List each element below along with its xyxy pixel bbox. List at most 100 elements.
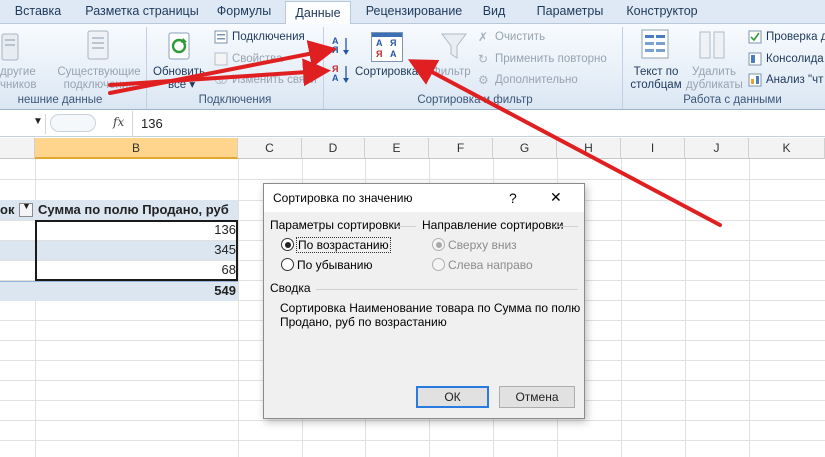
ascending-label[interactable]: По возрастанию [296,237,391,253]
group-label-sort-filter: Сортировка и фильтр [417,94,533,106]
advanced-filter-icon: ⚙ [478,73,489,87]
tab-formulas[interactable]: Формулы [212,0,276,24]
sort-dialog-glyph: Я [390,38,397,48]
refresh-all-label-2-text: все [168,79,187,91]
sort-dialog-glyph: А [390,49,397,59]
refresh-all-label-2[interactable]: все ▾ [168,79,195,92]
what-if-icon [748,73,762,90]
column-header-h[interactable]: H [557,138,621,159]
text-to-columns-icon [640,28,670,65]
ascending-radio[interactable] [281,238,294,251]
group-separator [622,27,623,109]
column-header-f[interactable]: F [429,138,493,159]
top-to-bottom-radio[interactable] [432,238,445,251]
properties-button[interactable]: Свойства [232,53,283,66]
pivot-value-header[interactable]: Сумма по полю Продано, руб [38,200,229,220]
tab-page-layout[interactable]: Разметка страницы [82,0,202,24]
dialog-title-bar[interactable]: Сортировка по значению ? ✕ [264,184,584,212]
sort-dialog-glyph: Я [376,49,383,59]
arrow-down-icon [342,38,350,59]
column-header-a[interactable] [0,138,35,159]
group-separator [323,27,324,109]
column-header-j[interactable]: J [685,138,749,159]
sort-direction-label: Направление сортировки [422,218,564,232]
sort-az-glyph-bottom: Я [332,45,339,55]
sort-button[interactable]: Сортировка [355,66,418,79]
reapply-button[interactable]: Применить повторно [495,53,607,66]
existing-connections-label-2[interactable]: подключения [57,79,141,92]
connections-icon [214,30,228,47]
refresh-all-icon [166,30,194,67]
group-label-connections: Подключения [198,94,272,106]
left-to-right-radio[interactable] [432,258,445,271]
database-icon [0,30,22,67]
filter-icon [440,32,468,65]
tab-design[interactable]: Конструктор [620,0,704,24]
pivot-grand-total[interactable]: 549 [36,281,236,301]
chevron-down-icon: ▾ [189,79,196,91]
dialog-title: Сортировка по значению [273,191,413,205]
from-other-sources-label-2[interactable]: чников [0,79,36,92]
column-header-g[interactable]: G [493,138,557,159]
pivot-filter-dropdown[interactable]: ▼ [19,201,33,217]
column-header-d[interactable]: D [302,138,365,159]
descending-label[interactable]: По убыванию [297,258,373,272]
properties-icon [214,52,228,69]
summary-label: Сводка [270,281,311,295]
group-separator [146,27,147,109]
summary-text-line-1: Сортировка Наименование товара по Сумма … [280,301,581,315]
connections-button[interactable]: Подключения [232,31,305,44]
formula-input[interactable]: 136 [141,116,163,131]
text-to-columns-label-2[interactable]: столбцам [628,79,684,92]
what-if-button[interactable]: Анализ "чт [766,74,823,87]
text-to-columns-label-1[interactable]: Текст по [628,66,684,79]
refresh-all-label-1[interactable]: Обновить [153,66,205,79]
descending-radio[interactable] [281,258,294,271]
sort-descending-button[interactable]: Я А [332,64,354,84]
from-other-sources-label-1[interactable]: другие [0,66,36,79]
left-to-right-label[interactable]: Слева направо [448,258,533,272]
sort-za-glyph-bottom: А [332,73,339,83]
column-header-k[interactable]: K [749,138,825,159]
selection-border [35,220,238,281]
advanced-button[interactable]: Дополнительно [495,74,578,87]
formula-bar-resize-handle[interactable] [50,114,96,132]
tab-insert[interactable]: Вставка [6,0,70,24]
tab-options[interactable]: Параметры [530,0,610,24]
tab-review[interactable]: Рецензирование [362,0,466,24]
consolidate-icon [748,52,762,69]
data-validation-button[interactable]: Проверка д [766,31,825,44]
fx-icon[interactable]: fx [113,115,124,129]
remove-duplicates-label-1[interactable]: Удалить [686,66,742,79]
clear-filter-icon: ✗ [478,30,489,44]
sort-dialog-glyph: А [376,38,383,48]
edit-links-button[interactable]: Изменить связи [232,74,317,87]
column-header-i[interactable]: I [621,138,685,159]
tab-view[interactable]: Вид [478,0,510,24]
remove-duplicates-label-2[interactable]: дубликаты [686,79,743,92]
sort-ascending-button[interactable]: А Я [332,36,354,56]
edit-links-icon [214,73,228,90]
column-header-b[interactable]: B [35,138,238,159]
consolidate-button[interactable]: Консолида [766,53,824,66]
ok-button[interactable]: ОК [416,386,489,408]
filter-button[interactable]: Фильтр [432,66,471,79]
help-icon[interactable]: ? [509,190,517,206]
cancel-button[interactable]: Отмена [499,386,575,408]
pivot-row-header[interactable]: ок [0,200,14,220]
column-header-e[interactable]: E [365,138,429,159]
summary-text-line-2: Продано, руб по возрастанию [280,315,447,329]
sort-by-value-dialog: Сортировка по значению ? ✕ Параметры сор… [263,183,585,419]
tab-data[interactable]: Данные [285,1,351,25]
close-icon[interactable]: ✕ [550,189,562,206]
clear-button[interactable]: Очистить [495,31,545,44]
name-box[interactable]: ▼ [0,114,46,134]
remove-duplicates-icon [698,30,728,65]
ribbon: другие чников Существующие подключения н… [0,24,825,110]
sort-dialog-icon[interactable]: А Я Я А [371,32,403,62]
top-to-bottom-label[interactable]: Сверху вниз [448,238,517,252]
ribbon-tab-bar: Вставка Разметка страницы Формулы Данные… [0,0,825,25]
existing-connections-label-1[interactable]: Существующие [57,66,141,79]
column-header-c[interactable]: C [238,138,302,159]
data-validation-icon [748,30,762,47]
